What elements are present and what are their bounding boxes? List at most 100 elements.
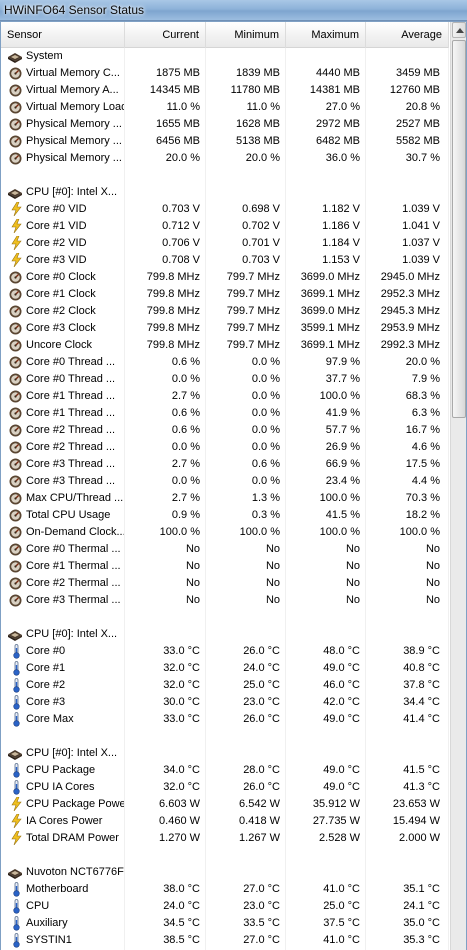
current-value: 0.6 %	[171, 424, 200, 436]
sensor-row[interactable]: Core #1 32.0 °C 24.0 °C 49.0 °C 40.8 °C	[1, 660, 449, 677]
current-value: 0.712 V	[162, 220, 200, 232]
minimum-value: 799.7 MHz	[226, 271, 280, 283]
gauge-icon	[9, 390, 23, 403]
title-bar[interactable]: HWiNFO64 Sensor Status	[0, 0, 467, 21]
sensor-label: CPU IA Cores	[26, 781, 95, 793]
gauge-icon	[9, 458, 23, 471]
sensor-row[interactable]: Core #3 Clock 799.8 MHz 799.7 MHz 3599.1 MH…	[1, 320, 449, 337]
sensor-label: Core #3 VID	[26, 254, 87, 266]
gauge-icon	[9, 356, 23, 369]
sensor-row[interactable]: Core #3 30.0 °C 23.0 °C 42.0 °C 34.4 °C	[1, 694, 449, 711]
minimum-value: 799.7 MHz	[226, 322, 280, 334]
sensor-label: CPU [#0]: Intel X...	[26, 186, 118, 198]
sensor-row[interactable]: Core #0 Thread ... 0.0 % 0.0 % 37.7 % 7.9 %	[1, 371, 449, 388]
sensor-row[interactable]: Core #2 Thread ... 0.0 % 0.0 % 26.9 % 4.6 %	[1, 439, 449, 456]
sensor-row[interactable]: Uncore Clock 799.8 MHz 799.7 MHz 3699.1 MHz…	[1, 337, 449, 354]
sensor-row[interactable]: Core #0 Clock 799.8 MHz 799.7 MHz 3699.0 MH…	[1, 269, 449, 286]
sensor-name-cell: Core #2	[1, 677, 124, 694]
column-minimum[interactable]: Minimum	[206, 22, 286, 48]
sensor-row[interactable]: Auxiliary 34.5 °C 33.5 °C 37.5 °C 35.0 °C	[1, 915, 449, 932]
maximum-value: No	[345, 560, 360, 572]
sensor-row[interactable]: Virtual Memory C... 1875 MB 1839 MB 4440 MB…	[1, 65, 449, 82]
maximum-value: 49.0 °C	[323, 764, 360, 776]
sensor-row[interactable]: Core #3 Thermal ... No No No No	[1, 592, 449, 609]
sensor-row[interactable]: Core #2 32.0 °C 25.0 °C 46.0 °C 37.8 °C	[1, 677, 449, 694]
column-sensor[interactable]: Sensor	[1, 22, 125, 48]
current-value: 2.7 %	[171, 458, 200, 470]
sensor-row[interactable]: CPU Package Power 6.603 W 6.542 W 35.912 W 2…	[1, 796, 449, 813]
sensor-row[interactable]: Physical Memory ... 20.0 % 20.0 % 36.0 % 30.…	[1, 150, 449, 167]
maximum-value: 100.0 %	[319, 390, 360, 402]
sensor-label: Auxiliary	[26, 917, 68, 929]
sensor-row[interactable]: Physical Memory ... 1655 MB 1628 MB 2972 MB…	[1, 116, 449, 133]
sensor-row[interactable]: Core #1 VID 0.712 V 0.702 V 1.186 V 1.041 V	[1, 218, 449, 235]
minimum-value: 11.0 %	[246, 101, 280, 113]
current-value: 11.0 %	[166, 101, 200, 113]
sensor-row[interactable]: Core #3 Thread ... 2.7 % 0.6 % 66.9 % 17.5 %	[1, 456, 449, 473]
sensor-row[interactable]: Core #0 VID 0.703 V 0.698 V 1.182 V 1.039 V	[1, 201, 449, 218]
sensor-row[interactable]: Core #1 Thread ... 2.7 % 0.0 % 100.0 % 68.3 …	[1, 388, 449, 405]
sensor-row[interactable]: IA Cores Power 0.460 W 0.418 W 27.735 W 15.4…	[1, 813, 449, 830]
sensor-row[interactable]: Core #0 Thread ... 0.6 % 0.0 % 97.9 % 20.0 %	[1, 354, 449, 371]
sensor-row[interactable]: Core #2 Clock 799.8 MHz 799.7 MHz 3699.0 MH…	[1, 303, 449, 320]
average-value: 100.0 %	[399, 526, 440, 538]
sensor-row[interactable]: On-Demand Clock... 100.0 % 100.0 % 100.0 % 1…	[1, 524, 449, 541]
current-value: No	[185, 594, 200, 606]
sensor-row[interactable]: Physical Memory ... 6456 MB 5138 MB 6482 MB…	[1, 133, 449, 150]
vertical-scrollbar[interactable]	[450, 22, 466, 950]
maximum-value: 66.9 %	[325, 458, 360, 470]
sensor-name-cell: Core Max	[1, 711, 124, 728]
sensor-row[interactable]: SYSTIN1 38.5 °C 27.0 °C 41.0 °C 35.3 °C	[1, 932, 449, 949]
sensor-group-row[interactable]: Nuvoton NCT6776F	[1, 864, 449, 881]
current-value: 6.603 W	[159, 798, 200, 810]
current-value: 0.0 %	[171, 475, 200, 487]
column-average[interactable]: Average	[366, 22, 449, 48]
maximum-value: 3699.0 MHz	[300, 305, 360, 317]
sensor-group-row[interactable]: CPU [#0]: Intel X...	[1, 745, 449, 762]
maximum-value: 49.0 °C	[323, 713, 360, 725]
average-value: 41.3 °C	[403, 781, 440, 793]
sensor-label: Total DRAM Power	[26, 832, 119, 844]
sensor-row[interactable]: Core Max 33.0 °C 26.0 °C 49.0 °C 41.4 °C	[1, 711, 449, 728]
sensor-group-row[interactable]: System	[1, 48, 449, 65]
sensor-row[interactable]: Core #1 Thread ... 0.6 % 0.0 % 41.9 % 6.3 %	[1, 405, 449, 422]
sensor-name-cell: Core #0 Thread ...	[1, 354, 124, 371]
sensor-row[interactable]: Core #3 Thread ... 0.0 % 0.0 % 23.4 % 4.4 %	[1, 473, 449, 490]
sensor-row[interactable]: Virtual Memory Load 11.0 % 11.0 % 27.0 % 20.…	[1, 99, 449, 116]
minimum-value: 11780 MB	[230, 84, 280, 96]
sensor-name-cell: Core #1 VID	[1, 218, 124, 235]
average-value: No	[425, 560, 440, 572]
minimum-value: No	[265, 577, 280, 589]
sensor-row[interactable]: Core #2 Thread ... 0.6 % 0.0 % 57.7 % 16.7 %	[1, 422, 449, 439]
sensor-row[interactable]: Core #2 VID 0.706 V 0.701 V 1.184 V 1.037 V	[1, 235, 449, 252]
current-value: 32.0 °C	[163, 679, 200, 691]
sensor-row[interactable]: Core #3 VID 0.708 V 0.703 V 1.153 V 1.039 V	[1, 252, 449, 269]
scrollbar-thumb[interactable]	[452, 40, 466, 418]
scroll-up-button[interactable]	[452, 22, 466, 38]
sensor-group-row[interactable]: CPU [#0]: Intel X...	[1, 184, 449, 201]
sensor-row[interactable]: Total DRAM Power 1.270 W 1.267 W 2.528 W 2.0…	[1, 830, 449, 847]
sensor-row[interactable]: Core #0 33.0 °C 26.0 °C 48.0 °C 38.9 °C	[1, 643, 449, 660]
column-maximum[interactable]: Maximum	[286, 22, 366, 48]
sensor-row[interactable]: CPU IA Cores 32.0 °C 26.0 °C 49.0 °C 41.3 °C	[1, 779, 449, 796]
sensor-row[interactable]: Core #1 Clock 799.8 MHz 799.7 MHz 3699.1 MH…	[1, 286, 449, 303]
sensor-row[interactable]: Motherboard 38.0 °C 27.0 °C 41.0 °C 35.1 °C	[1, 881, 449, 898]
sensor-row[interactable]: Max CPU/Thread ... 2.7 % 1.3 % 100.0 % 70.3 …	[1, 490, 449, 507]
sensor-row[interactable]: Total CPU Usage 0.9 % 0.3 % 41.5 % 18.2 %	[1, 507, 449, 524]
sensor-row[interactable]: Core #0 Thermal ... No No No No	[1, 541, 449, 558]
sensor-group-row[interactable]: CPU [#0]: Intel X...	[1, 626, 449, 643]
sensor-name-cell: Total DRAM Power	[1, 830, 124, 847]
minimum-value: 0.702 V	[242, 220, 280, 232]
sensor-row[interactable]: Core #2 Thermal ... No No No No	[1, 575, 449, 592]
column-current[interactable]: Current	[125, 22, 206, 48]
average-value: 35.0 °C	[403, 917, 440, 929]
gauge-icon	[9, 526, 23, 539]
sensor-row[interactable]: Core #1 Thermal ... No No No No	[1, 558, 449, 575]
minimum-value: 0.3 %	[251, 509, 280, 521]
sensor-row[interactable]: Virtual Memory A... 14345 MB 11780 MB 14381…	[1, 82, 449, 99]
sensor-label: Core #1 Thread ...	[26, 407, 116, 419]
sensor-row[interactable]: CPU 24.0 °C 23.0 °C 25.0 °C 24.1 °C	[1, 898, 449, 915]
chip-icon	[7, 628, 22, 641]
current-value: 0.708 V	[162, 254, 200, 266]
sensor-row[interactable]: CPU Package 34.0 °C 28.0 °C 49.0 °C 41.5 °C	[1, 762, 449, 779]
